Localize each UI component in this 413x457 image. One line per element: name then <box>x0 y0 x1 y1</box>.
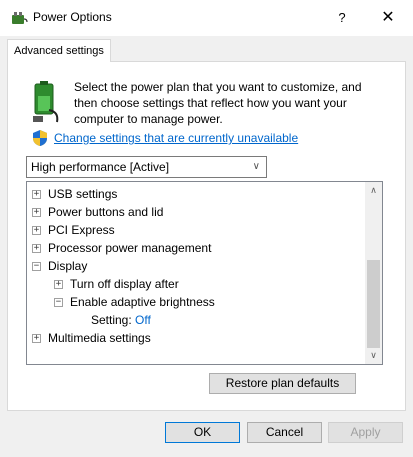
settings-tree[interactable]: + USB settings + Power buttons and lid + PC… <box>26 181 383 365</box>
tree-item-label: Power buttons and lid <box>48 205 164 219</box>
change-settings-link[interactable]: Change settings that are currently unava… <box>54 131 298 145</box>
scroll-up-icon[interactable]: ∧ <box>365 182 382 199</box>
tree-item-setting[interactable]: Setting: Off <box>91 311 151 329</box>
expand-icon[interactable]: + <box>32 226 41 236</box>
power-options-window: Power Options ? ✕ Advanced settings Sele… <box>0 0 413 457</box>
ok-button[interactable]: OK <box>165 422 240 443</box>
expand-icon[interactable]: + <box>32 244 41 254</box>
tree-scrollbar[interactable]: ∧ ∨ <box>365 182 382 364</box>
collapse-icon[interactable]: − <box>32 262 41 272</box>
setting-label: Setting: <box>91 313 132 327</box>
power-options-icon <box>12 12 28 24</box>
help-button[interactable]: ? <box>327 4 357 32</box>
expand-icon[interactable]: + <box>32 334 41 344</box>
window-title: Power Options <box>33 10 112 24</box>
tree-item-adaptive-brightness[interactable]: − Enable adaptive brightness <box>54 293 215 311</box>
expand-icon[interactable]: + <box>32 208 41 218</box>
setting-value[interactable]: Off <box>135 313 151 327</box>
collapse-icon[interactable]: − <box>54 298 63 308</box>
tab-advanced-settings[interactable]: Advanced settings <box>7 39 111 62</box>
shield-icon <box>33 130 47 146</box>
tree-item-label: Display <box>48 259 88 273</box>
tree-item-turn-off-display[interactable]: + Turn off display after <box>54 275 179 293</box>
apply-button[interactable]: Apply <box>328 422 403 443</box>
battery-plug-icon <box>33 81 59 123</box>
tree-item-processor-power[interactable]: + Processor power management <box>32 239 211 257</box>
scroll-down-icon[interactable]: ∨ <box>365 347 382 364</box>
expand-icon[interactable]: + <box>54 280 63 290</box>
restore-plan-defaults-button[interactable]: Restore plan defaults <box>209 373 356 394</box>
tree-item-label: Processor power management <box>48 241 212 255</box>
intro-text: Select the power plan that you want to c… <box>74 80 362 126</box>
cancel-button[interactable]: Cancel <box>247 422 322 443</box>
tree-item-usb-settings[interactable]: + USB settings <box>32 185 117 203</box>
tree-item-label: Multimedia settings <box>48 331 151 345</box>
tree-item-label: Enable adaptive brightness <box>70 295 215 309</box>
close-button[interactable]: ✕ <box>370 4 406 32</box>
tree-item-label: USB settings <box>48 187 118 201</box>
tree-item-multimedia[interactable]: + Multimedia settings <box>32 329 151 347</box>
expand-icon[interactable]: + <box>32 190 41 200</box>
tree-item-pci-express[interactable]: + PCI Express <box>32 221 115 239</box>
title-bar: Power Options ? ✕ <box>0 0 413 36</box>
power-plan-value: High performance [Active] <box>31 160 170 174</box>
tree-item-power-buttons[interactable]: + Power buttons and lid <box>32 203 163 221</box>
tree-item-label: PCI Express <box>48 223 115 237</box>
power-plan-select[interactable]: High performance [Active] ∨ <box>26 156 267 178</box>
chevron-down-icon: ∨ <box>252 161 260 172</box>
tree-item-display[interactable]: − Display <box>32 257 87 275</box>
scrollbar-thumb[interactable] <box>367 260 380 348</box>
tree-item-label: Turn off display after <box>70 277 179 291</box>
